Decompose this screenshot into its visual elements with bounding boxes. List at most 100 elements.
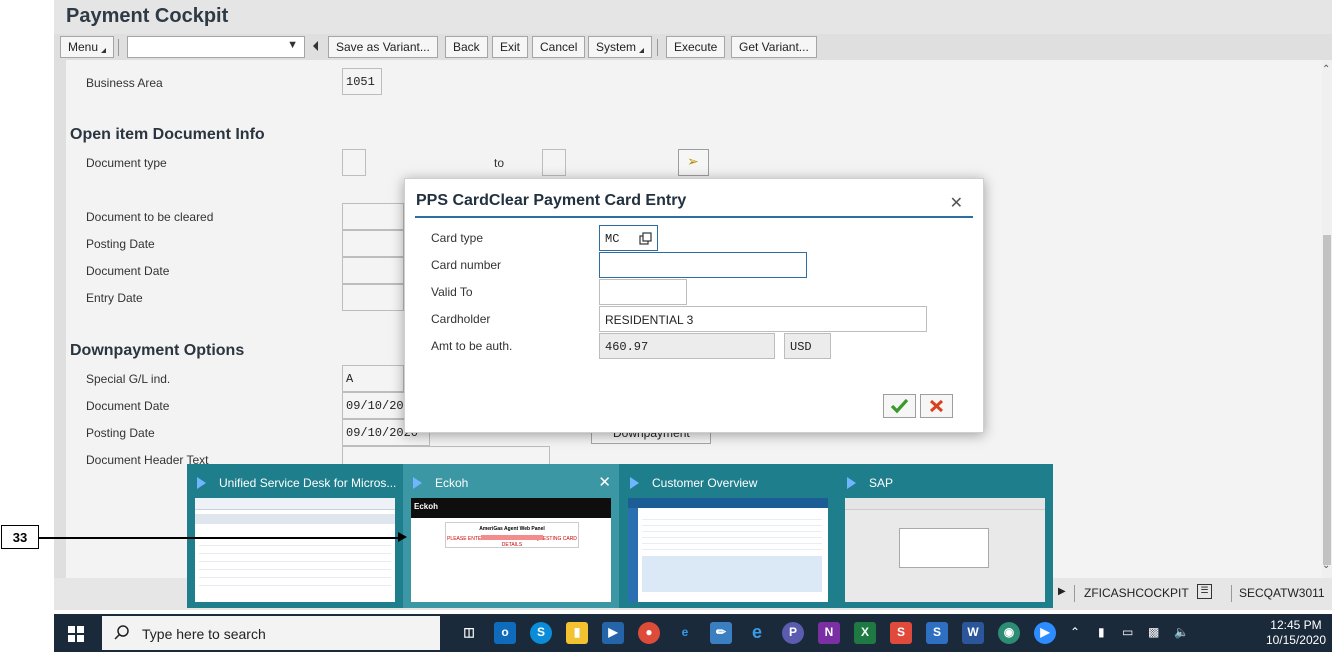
document-date-label: Document Date — [86, 264, 170, 278]
document-type-from-field[interactable] — [342, 149, 366, 176]
app-s-blue-icon[interactable]: S — [926, 622, 948, 644]
app-p-icon[interactable]: P — [782, 622, 804, 644]
posting-date-label: Posting Date — [86, 237, 155, 251]
back-button[interactable]: Back — [445, 36, 488, 58]
special-gl-label: Special G/L ind. — [86, 372, 171, 386]
system-button[interactable]: System — [588, 36, 653, 58]
windows-start-icon[interactable] — [68, 626, 84, 642]
app-s-red-icon[interactable]: S — [890, 622, 912, 644]
scroll-thumb[interactable] — [1323, 235, 1331, 565]
corner-icon — [639, 48, 645, 53]
payment-card-dialog: PPS CardClear Payment Card Entry ✕ Card … — [404, 178, 984, 433]
menu-button-label: Menu — [68, 40, 99, 54]
status-separator — [1231, 585, 1232, 602]
server-name: SECQATW3011 — [1239, 586, 1325, 600]
onenote-icon[interactable]: N — [818, 622, 840, 644]
status-expand-icon[interactable]: ▶ — [1058, 586, 1066, 597]
document-date-field[interactable] — [342, 257, 404, 284]
document-type-to-field[interactable] — [542, 149, 566, 176]
eckoh-brand: Eckoh — [414, 502, 439, 511]
arrow-right-icon: ➢ — [687, 153, 699, 169]
cancel-dialog-button[interactable] — [920, 394, 953, 418]
command-field[interactable]: ▼ — [127, 36, 305, 58]
toolbar-separator — [118, 39, 119, 56]
menu-button[interactable]: Menu — [60, 36, 115, 58]
card-number-field[interactable] — [599, 252, 807, 278]
tray-chevron-icon[interactable]: ⌃ — [1070, 625, 1080, 639]
chrome-icon[interactable]: ● — [638, 622, 660, 644]
special-gl-field[interactable]: A — [342, 365, 404, 392]
globe-app-icon[interactable]: ◉ — [998, 622, 1020, 644]
scroll-down-icon[interactable]: ⌄ — [1322, 560, 1330, 571]
app-logo-icon — [847, 477, 856, 489]
vertical-scrollbar[interactable]: ⌃ ⌄ — [1322, 60, 1332, 578]
dp-document-date-label: Document Date — [86, 399, 170, 413]
pen-icon[interactable]: ✏ — [710, 622, 732, 644]
cancel-x-icon — [929, 399, 944, 413]
taskbar-search[interactable]: Type here to search — [102, 616, 440, 650]
usb-icon[interactable]: ▮ — [1098, 625, 1105, 639]
multiple-selection-button[interactable]: ➢ — [678, 149, 709, 176]
usd-app-icon[interactable]: ▶ — [602, 622, 624, 644]
close-icon[interactable]: ✕ — [598, 473, 611, 491]
preview-title: Customer Overview — [652, 476, 758, 490]
doc-to-be-cleared-field[interactable] — [342, 203, 404, 230]
battery-icon[interactable]: ▭ — [1122, 625, 1133, 639]
cardholder-field[interactable]: RESIDENTIAL 3 — [599, 306, 927, 332]
save-as-variant-button[interactable]: Save as Variant... — [328, 36, 438, 58]
session-info-icon[interactable]: ☰ — [1197, 584, 1212, 599]
task-view-icon[interactable]: ◫ — [458, 622, 480, 644]
business-area-label: Business Area — [86, 76, 163, 90]
collapse-icon[interactable] — [313, 41, 318, 51]
card-type-value: MC — [605, 232, 620, 246]
exit-button[interactable]: Exit — [492, 36, 529, 58]
network-icon[interactable]: ▩ — [1148, 625, 1159, 639]
get-variant-button[interactable]: Get Variant... — [731, 36, 817, 58]
zoom-icon[interactable]: ▶ — [1034, 622, 1056, 644]
confirm-button[interactable] — [883, 394, 916, 418]
preview-tile-eckoh[interactable]: Eckoh ✕ Eckoh AmeriGas Agent Web Panel P… — [403, 464, 619, 608]
business-area-field[interactable]: 1051 — [342, 68, 382, 95]
entry-date-field[interactable] — [342, 284, 404, 311]
outlook-icon[interactable]: o — [494, 622, 516, 644]
internet-explorer-icon[interactable]: e — [746, 622, 768, 644]
edge-icon[interactable]: e — [674, 622, 696, 644]
doc-to-be-cleared-label: Document to be cleared — [86, 210, 214, 224]
card-number-label: Card number — [431, 258, 502, 272]
cancel-button[interactable]: Cancel — [532, 36, 586, 58]
dp-posting-date-label: Posting Date — [86, 426, 155, 440]
excel-icon[interactable]: X — [854, 622, 876, 644]
taskbar-clock[interactable]: 12:45 PM 10/15/2020 — [1266, 618, 1326, 648]
volume-icon[interactable]: 🔈 — [1174, 625, 1189, 639]
windows-taskbar: Type here to search ◫ o S ▮ ▶ ● e ✏ e P … — [54, 614, 1332, 652]
scroll-up-icon[interactable]: ⌃ — [1322, 64, 1330, 75]
skype-icon[interactable]: S — [530, 622, 552, 644]
search-icon — [114, 625, 129, 640]
file-explorer-icon[interactable]: ▮ — [566, 622, 588, 644]
valid-to-field[interactable] — [599, 279, 687, 305]
entry-date-label: Entry Date — [86, 291, 143, 305]
page-title: Payment Cockpit — [66, 5, 229, 27]
amount-field: 460.97 — [599, 333, 775, 359]
checkmark-icon — [890, 398, 909, 414]
preview-thumbnail — [628, 498, 828, 602]
toolbar-separator — [657, 39, 658, 56]
system-button-label: System — [596, 40, 637, 54]
preview-tile-usd[interactable]: Unified Service Desk for Micros... — [187, 464, 403, 608]
execute-button[interactable]: Execute — [666, 36, 726, 58]
preview-title: Eckoh — [435, 476, 469, 490]
word-icon[interactable]: W — [962, 622, 984, 644]
preview-tile-sap[interactable]: SAP — [837, 464, 1053, 608]
preview-title: SAP — [869, 476, 894, 490]
toolbar: Menu ▼ Save as Variant... Back Exit Canc… — [54, 34, 1332, 60]
to-label: to — [494, 156, 505, 170]
posting-date-field[interactable] — [342, 230, 404, 257]
valid-to-label: Valid To — [431, 285, 473, 299]
clock-time: 12:45 PM — [1270, 618, 1322, 632]
app-logo-icon — [413, 477, 422, 489]
cardholder-label: Cardholder — [431, 312, 491, 326]
card-type-field[interactable]: MC — [599, 225, 658, 251]
close-icon[interactable]: ✕ — [950, 193, 963, 213]
value-help-icon[interactable] — [639, 232, 652, 245]
preview-tile-customer-overview[interactable]: Customer Overview — [620, 464, 836, 608]
